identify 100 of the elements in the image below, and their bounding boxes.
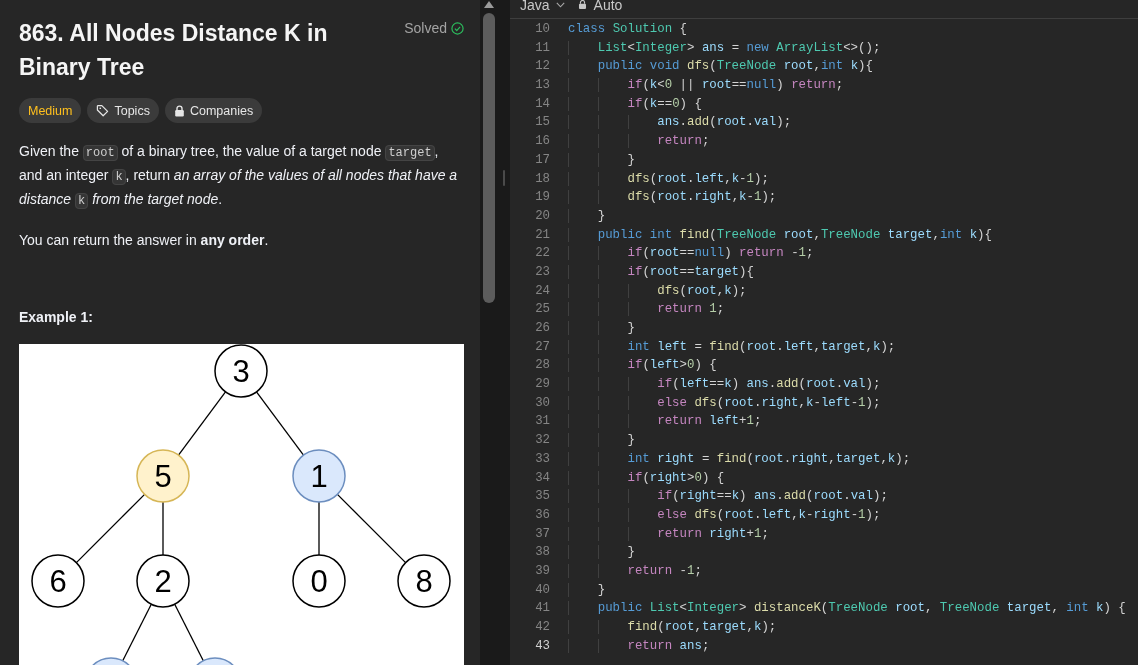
line-number: 39 bbox=[534, 562, 550, 580]
node-value: 5 bbox=[154, 459, 172, 494]
example-heading: Example 1: bbox=[19, 309, 94, 325]
tree-edge bbox=[162, 501, 164, 556]
code-line: if(left==k) ans.add(root.val); bbox=[568, 375, 881, 394]
line-number: 42 bbox=[534, 619, 550, 636]
line-number: 25 bbox=[534, 301, 550, 319]
code-line: dfs(root,k); bbox=[568, 281, 747, 301]
code-line: List<Integer> ans = new ArrayList<>(); bbox=[568, 38, 881, 58]
line-number: 27 bbox=[534, 338, 550, 356]
tree-edge bbox=[318, 501, 320, 556]
code-line: find(root,target,k); bbox=[568, 618, 777, 637]
tree-edge bbox=[174, 603, 204, 662]
code-line: if(right>0) { bbox=[568, 468, 725, 488]
code-line: if(left>0) { bbox=[568, 356, 717, 376]
line-number: 38 bbox=[534, 544, 550, 562]
tag-icon bbox=[96, 104, 110, 117]
line-number: 23 bbox=[534, 263, 550, 281]
scrollbar-thumb[interactable] bbox=[483, 13, 495, 303]
line-number: 37 bbox=[534, 525, 550, 543]
code-line: int left = find(root.left,target,k); bbox=[568, 337, 896, 357]
node-value: 1 bbox=[310, 459, 328, 494]
line-number: 35 bbox=[534, 488, 550, 506]
companies-button[interactable]: Companies bbox=[164, 98, 263, 123]
line-number: 32 bbox=[534, 432, 550, 450]
line-number: 40 bbox=[534, 581, 550, 599]
chevron-down-icon bbox=[555, 1, 565, 8]
problem-description: Given the root of a binary tree, the value of a target node target , and an integer k , return an array of the values of all nodes that have a distance k from the target node. bbox=[19, 142, 459, 211]
tree-edge bbox=[336, 493, 407, 564]
code-line: public int find(TreeNode root,TreeNode target,int k){ bbox=[568, 225, 992, 245]
line-number: 24 bbox=[534, 282, 550, 300]
code-line: } bbox=[568, 150, 635, 170]
code-line: if(root==null) return -1; bbox=[568, 244, 814, 263]
code-line: return -1; bbox=[568, 561, 702, 581]
line-number: 10 bbox=[534, 21, 550, 38]
line-number: 29 bbox=[534, 376, 550, 394]
code-line: } bbox=[568, 580, 606, 600]
format-mode-label: Auto bbox=[593, 0, 623, 13]
line-number: 34 bbox=[534, 469, 550, 487]
code-line: else dfs(root.left,k-right-1); bbox=[568, 505, 881, 525]
node-value: 8 bbox=[415, 564, 433, 599]
solved-status: Solved bbox=[404, 20, 447, 36]
line-number: 16 bbox=[534, 133, 550, 151]
lock-icon bbox=[577, 0, 587, 10]
code-line: } bbox=[568, 431, 635, 450]
tree-edge bbox=[122, 603, 152, 662]
code-line: class Solution { bbox=[568, 21, 687, 38]
line-number: 15 bbox=[534, 114, 550, 132]
topics-button[interactable]: Topics bbox=[87, 98, 159, 123]
code-line: return right+1; bbox=[568, 524, 769, 544]
code-line: dfs(root.left,k-1); bbox=[568, 169, 769, 189]
problem-title: 863. All Nodes Distance K in Binary Tree bbox=[19, 19, 329, 82]
line-number: 17 bbox=[534, 151, 550, 169]
code-line: if(right==k) ans.add(root.val); bbox=[568, 487, 888, 506]
code-line: } bbox=[568, 206, 606, 226]
difficulty-tag: Medium bbox=[19, 98, 82, 123]
node-value: 2 bbox=[154, 564, 172, 599]
resize-handle[interactable] bbox=[503, 169, 505, 186]
line-number: 21 bbox=[534, 226, 550, 244]
line-number: 22 bbox=[534, 245, 550, 263]
line-number: 19 bbox=[534, 189, 550, 207]
line-number: 30 bbox=[534, 394, 550, 412]
line-number: 36 bbox=[534, 506, 550, 524]
code-line: if(k==0) { bbox=[568, 94, 702, 114]
code-line: if(root==target){ bbox=[568, 262, 754, 282]
node-value: 3 bbox=[232, 354, 250, 389]
line-number: 11 bbox=[534, 39, 550, 57]
line-number: 43 bbox=[534, 637, 550, 655]
answer-order-note: You can return the answer in any order. bbox=[19, 231, 270, 250]
line-number: 18 bbox=[534, 170, 550, 188]
line-number: 12 bbox=[534, 58, 550, 76]
language-selector[interactable]: Java bbox=[520, 0, 571, 13]
code-line: } bbox=[568, 319, 635, 338]
code-line: else dfs(root.right,k-left-1); bbox=[568, 393, 881, 413]
line-number: 41 bbox=[534, 600, 550, 618]
code-line: return 1; bbox=[568, 300, 725, 319]
line-number: 28 bbox=[534, 357, 550, 375]
line-number: 20 bbox=[534, 207, 550, 225]
tree-edge bbox=[177, 391, 227, 456]
code-line: } bbox=[568, 543, 635, 562]
line-number: 31 bbox=[534, 413, 550, 431]
tree-edge bbox=[255, 391, 305, 456]
node-value: 0 bbox=[310, 564, 328, 599]
code-line: int right = find(root.right,target,k); bbox=[568, 449, 911, 469]
tree-edge bbox=[75, 493, 146, 564]
scroll-up-icon[interactable] bbox=[484, 1, 494, 8]
code-line: return; bbox=[568, 132, 710, 151]
code-line: return ans; bbox=[568, 636, 710, 656]
code-line: public List<Integer> distanceK(TreeNode root, TreeNode target, int k) { bbox=[568, 599, 1126, 618]
line-number: 14 bbox=[534, 95, 550, 113]
lock-icon bbox=[173, 104, 185, 117]
check-circle-icon bbox=[451, 21, 464, 35]
code-line: dfs(root.right,k-1); bbox=[568, 188, 777, 207]
code-line: return left+1; bbox=[568, 412, 762, 432]
code-line: ans.add(root.val); bbox=[568, 113, 792, 133]
code-line: if(k<0 || root==null) return; bbox=[568, 76, 844, 95]
line-number: 33 bbox=[534, 450, 550, 468]
line-number: 13 bbox=[534, 77, 550, 95]
line-number: 26 bbox=[534, 320, 550, 337]
code-line: public void dfs(TreeNode root,int k){ bbox=[568, 57, 873, 77]
